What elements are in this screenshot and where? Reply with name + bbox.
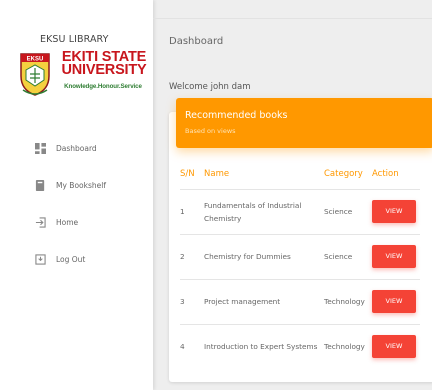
- table-row: 4 Introduction to Expert Systems Technol…: [180, 323, 420, 369]
- cell-sn: 1: [180, 188, 204, 234]
- view-button[interactable]: VIEW: [372, 200, 416, 223]
- cell-name: Fundamentals of Industrial Chemistry: [204, 188, 324, 234]
- column-header-name: Name: [204, 169, 230, 180]
- card-subtitle: Based on views: [185, 127, 236, 135]
- cell-category: Science: [324, 188, 372, 234]
- sidebar-item-label: Dashboard: [56, 144, 97, 153]
- table-row: 2 Chemistry for Dummies Science VIEW: [180, 233, 420, 279]
- university-motto: Knowledge.Honour.Service: [64, 83, 142, 90]
- book-icon: [35, 180, 45, 191]
- logout-icon: [35, 254, 46, 265]
- sidebar-item-label: Home: [56, 218, 79, 227]
- card-header: Recommended books Based on views: [176, 98, 432, 148]
- sidebar-item-my-bookshelf[interactable]: My Bookshelf: [0, 167, 153, 204]
- card-title: Recommended books: [185, 110, 288, 121]
- enter-icon: [35, 217, 46, 228]
- cell-action: VIEW: [372, 233, 420, 279]
- university-name-line2: UNIVERSITY: [61, 62, 147, 78]
- sidebar-item-log-out[interactable]: Log Out: [0, 241, 153, 278]
- cell-name: Chemistry for Dummies: [204, 233, 324, 279]
- cell-sn: 2: [180, 233, 204, 279]
- cell-category: Technology: [324, 323, 372, 369]
- cell-action: VIEW: [372, 278, 420, 324]
- main-content: Dashboard Welcome john dam Recommended b…: [153, 0, 432, 390]
- welcome-message: Welcome john dam: [169, 82, 251, 92]
- page-title: Dashboard: [169, 36, 224, 47]
- sidebar-item-dashboard[interactable]: Dashboard: [0, 130, 153, 167]
- table-row: 1 Fundamentals of Industrial Chemistry S…: [180, 188, 420, 234]
- view-button[interactable]: VIEW: [372, 335, 416, 359]
- university-name: EKITI STATE UNIVERSITY: [56, 50, 152, 78]
- sidebar-item-home[interactable]: Home: [0, 204, 153, 241]
- view-button[interactable]: VIEW: [372, 245, 416, 268]
- cell-name: Introduction to Expert Systems: [204, 323, 324, 369]
- recommended-books-table: S/N Name Category Action 1 Fundamentals …: [180, 160, 420, 369]
- sidebar-item-label: Log Out: [56, 255, 86, 264]
- table-row: 3 Project management Technology VIEW: [180, 278, 420, 324]
- sidebar-item-label: My Bookshelf: [56, 181, 106, 190]
- cell-name: Project management: [204, 278, 324, 324]
- column-header-action: Action: [372, 169, 399, 180]
- sidebar-nav: Dashboard My Bookshelf Home Log Out: [0, 130, 153, 278]
- logo-text: EKSU: [27, 57, 44, 63]
- cell-action: VIEW: [372, 188, 420, 234]
- table-header-row: S/N Name Category Action: [180, 160, 420, 189]
- view-button[interactable]: VIEW: [372, 290, 416, 313]
- cell-action: VIEW: [372, 323, 420, 369]
- cell-category: Technology: [324, 278, 372, 324]
- dashboard-icon: [35, 143, 46, 154]
- library-title: EKSU LIBRARY: [40, 34, 109, 45]
- cell-sn: 3: [180, 278, 204, 324]
- column-header-sn: S/N: [180, 169, 195, 180]
- sidebar: EKSU LIBRARY EKSU EKITI STATE UNIVERSITY…: [0, 0, 153, 390]
- cell-sn: 4: [180, 323, 204, 369]
- cell-category: Science: [324, 233, 372, 279]
- column-header-category: Category: [324, 169, 363, 180]
- university-crest-logo: EKSU: [20, 53, 50, 96]
